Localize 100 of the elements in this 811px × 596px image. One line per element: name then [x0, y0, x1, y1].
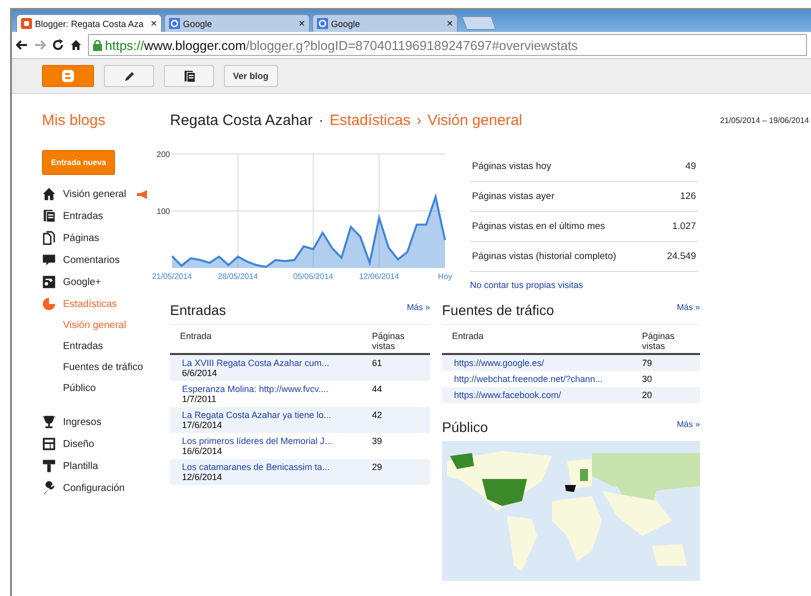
views-cell-text: 42 [372, 410, 384, 422]
breadcrumb-separator: › [416, 112, 422, 128]
sidebar-icon [42, 297, 56, 311]
more-link[interactable]: Más » [406, 302, 430, 312]
pencil-button[interactable] [104, 65, 154, 87]
sidebar-item[interactable]: Google+ [42, 271, 102, 293]
source-link[interactable]: https://www.google.es/ [454, 358, 642, 368]
browser-tab[interactable]: Blogger: Regata Costa Aza × [16, 14, 162, 32]
tab-title: Blogger: Regata Costa Aza [35, 18, 145, 28]
sidebar-item[interactable]: Páginas [42, 227, 100, 249]
axis-label: 200 [156, 150, 170, 159]
date-range[interactable]: 21/05/2014 – 19/06/2014 [720, 116, 811, 124]
axis-label: Hoy [438, 272, 452, 281]
sidebar-item[interactable]: Comentarios [42, 249, 120, 271]
blogger-icon [21, 18, 32, 29]
megaphone-icon[interactable] [137, 190, 148, 198]
sidebar-icon [42, 459, 56, 473]
reload-icon[interactable] [52, 39, 64, 51]
post-link[interactable]: Esperanza Molina: http://www.fvcv.... [182, 384, 372, 394]
source-link[interactable]: http://webchat.freenode.net/?chann... [454, 374, 642, 384]
sidebar-icon [42, 231, 56, 245]
views-cell-text: 29 [372, 462, 384, 474]
sidebar-subitem[interactable]: Entradas [42, 336, 148, 357]
section-title: Fuentes de tráfico [442, 302, 554, 318]
post-date: 12/6/2014 [182, 472, 224, 482]
post-date: 1/7/2011 [182, 394, 218, 404]
axis-label: 28/05/2014 [218, 272, 258, 281]
sidebar-icon [42, 209, 56, 223]
url-text: https://www.blogger.com/blogger.g?blogID=8704011969189247697#overviewstats [105, 38, 578, 52]
views-cell-text: 44 [372, 384, 384, 396]
axis-label: 21/05/2014 [152, 272, 192, 281]
sidebar-icon [42, 415, 56, 429]
sidebar-item[interactable]: Plantilla [42, 455, 98, 477]
sidebar-item[interactable]: Visión general [42, 183, 126, 205]
post-date: 16/6/2014 [182, 446, 224, 456]
stat-value: 24.549 [666, 251, 696, 262]
post-link[interactable]: Los catamaranes de Benicassim ta... [182, 462, 372, 472]
google-icon [169, 18, 180, 29]
column-header: Páginas vistas [372, 331, 406, 351]
stat-label: Páginas vistas (historial completo) [472, 251, 616, 262]
axis-label: 100 [156, 207, 170, 216]
post-date: 6/6/2014 [182, 368, 218, 378]
section-title: Público [442, 419, 488, 435]
post-link[interactable]: Los primeros líderes del Memorial J... [182, 436, 372, 446]
sidebar-icon [42, 187, 56, 201]
sidebar-item[interactable]: Ingresos [42, 411, 102, 433]
sidebar-icon [42, 275, 56, 289]
views-cell-text: 61 [372, 358, 384, 370]
stat-value: 1.027 [672, 221, 696, 232]
page-title: Visión general [427, 112, 522, 128]
close-icon[interactable]: × [150, 18, 157, 30]
sidebar-subitem[interactable]: Público [42, 378, 148, 399]
source-link[interactable]: https://www.facebook.com/ [454, 390, 642, 400]
google-icon [317, 18, 328, 29]
tab-title: Google [183, 18, 214, 28]
axis-label: 05/06/2014 [293, 272, 334, 281]
stat-label: Páginas vistas ayer [472, 191, 554, 202]
column-header: Entrada [180, 331, 213, 343]
exclude-visits-link[interactable]: No contar tus propias visitas [470, 280, 698, 290]
post-link[interactable]: La Regata Costa Azahar ya tiene lo... [182, 410, 372, 420]
tab-title: Google [331, 18, 362, 28]
back-icon[interactable] [16, 39, 28, 51]
sidebar-icon [42, 437, 56, 451]
more-link[interactable]: Más » [676, 302, 700, 312]
axis-label: 12/06/2014 [359, 272, 400, 281]
stat-label: Páginas vistas en el último mes [472, 221, 606, 232]
posts-button[interactable] [164, 65, 214, 87]
lock-icon [93, 40, 102, 50]
browser-tab[interactable]: Google × [312, 14, 458, 32]
close-icon[interactable]: × [446, 18, 453, 30]
view-blog-button[interactable]: Ver blog [224, 65, 278, 87]
views-cell-text: 30 [642, 374, 654, 384]
views-cell-text: 79 [642, 358, 654, 368]
views-cell-text: 20 [642, 390, 654, 400]
views-cell-text: 39 [372, 436, 384, 448]
post-link[interactable]: La XVIII Regata Costa Azahar cum... [182, 358, 372, 368]
browser-tab[interactable]: Google × [164, 14, 310, 32]
breadcrumb-separator: · [318, 112, 324, 128]
close-icon[interactable]: × [298, 18, 305, 30]
blog-name: Regata Costa Azahar [170, 112, 313, 128]
stat-value: 126 [680, 191, 696, 202]
post-date: 17/6/2014 [182, 420, 224, 430]
home-icon[interactable] [70, 39, 82, 51]
blogger-icon [61, 69, 75, 83]
stat-label: Páginas vistas hoy [472, 161, 552, 172]
documents-icon [182, 70, 196, 82]
more-link[interactable]: Más » [676, 419, 700, 429]
blogger-logo-button[interactable] [42, 65, 94, 87]
sidebar-icon [42, 481, 56, 495]
column-header: Páginas vistas [642, 331, 676, 351]
section-title: Entradas [170, 302, 226, 318]
pencil-icon [122, 70, 136, 82]
sidebar-item[interactable]: Entradas [42, 205, 104, 227]
address-bar[interactable]: https://www.blogger.com/blogger.g?blogID=8704011969189247697#overviewstats [88, 34, 807, 56]
sidebar-icon [42, 253, 56, 267]
sidebar-item[interactable]: Configuración [42, 477, 125, 499]
column-header: Entrada [452, 331, 485, 343]
stat-value: 49 [685, 161, 696, 172]
sidebar-item[interactable]: Diseño [42, 433, 94, 455]
sidebar-subitem[interactable]: Fuentes de tráfico [42, 357, 148, 378]
